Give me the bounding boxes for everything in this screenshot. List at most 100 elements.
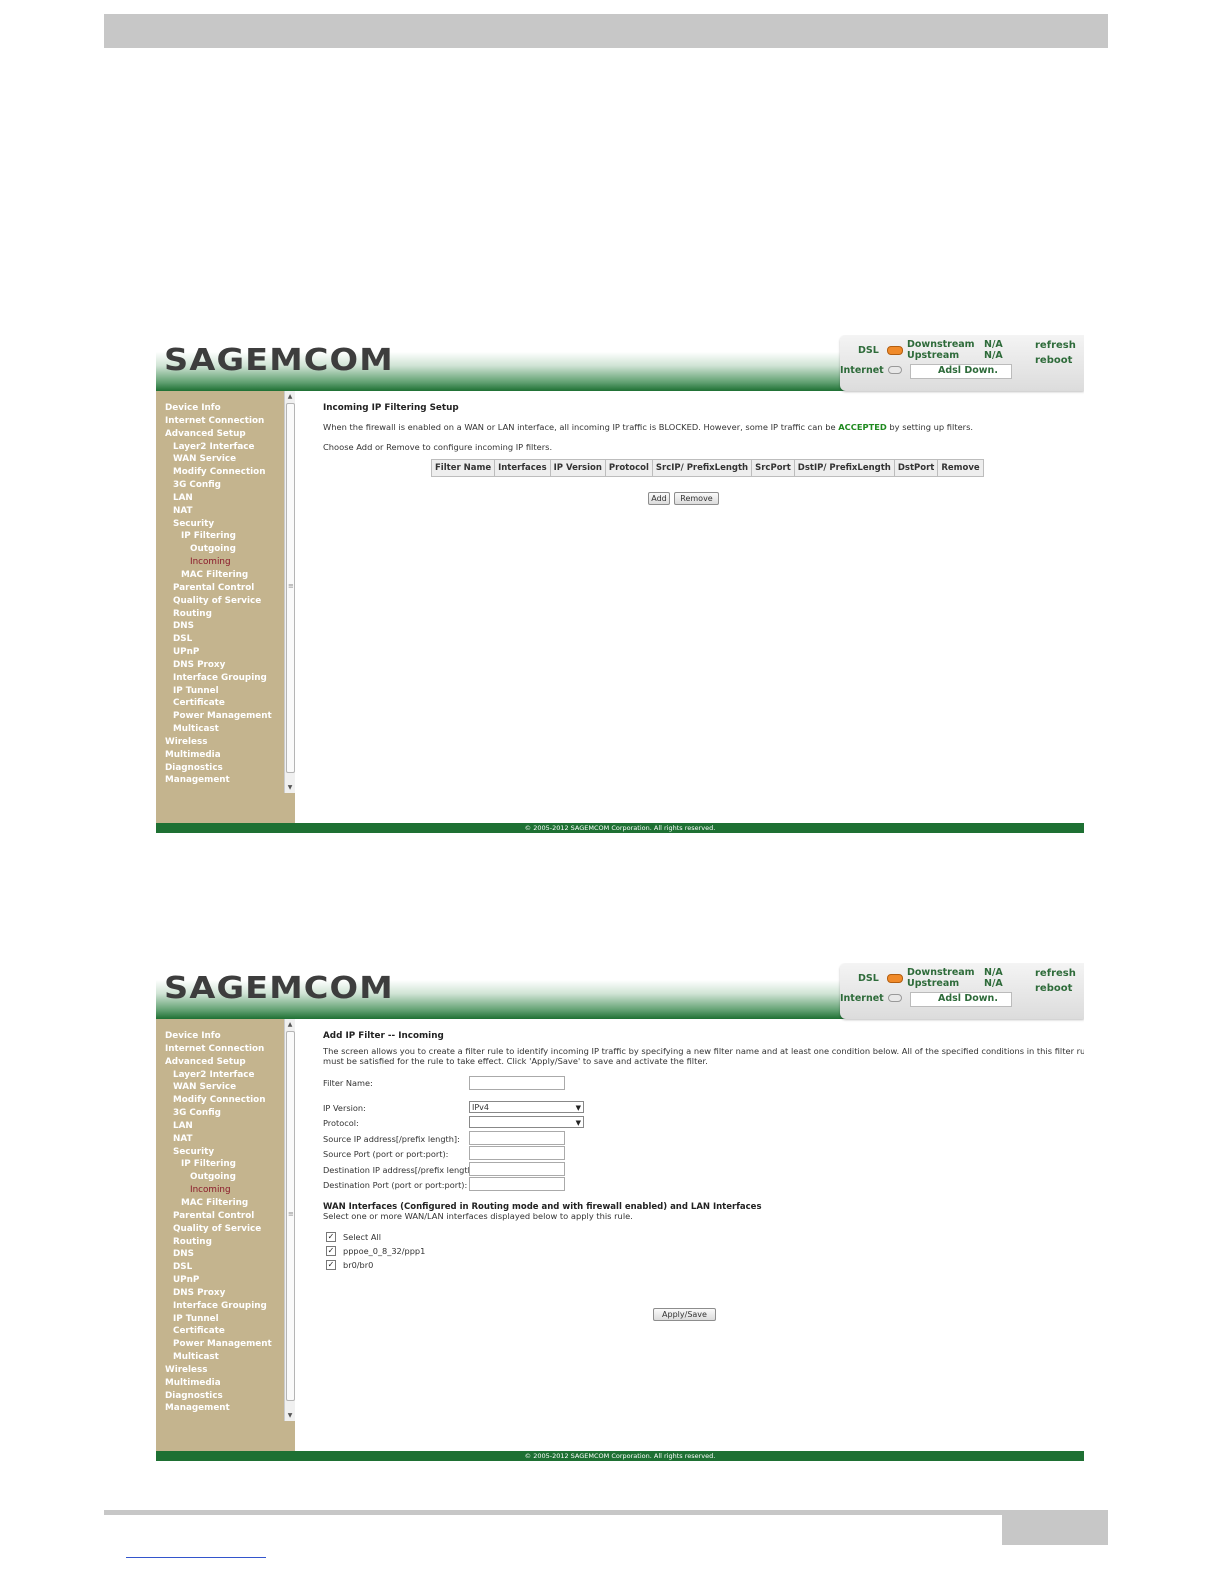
- sidebar-item-advanced-setup[interactable]: Advanced Setup: [165, 428, 287, 441]
- sidebar-item-upnp[interactable]: UPnP: [165, 646, 287, 659]
- sidebar-item-advanced-setup[interactable]: Advanced Setup: [165, 1056, 287, 1069]
- sidebar-item-ip-tunnel[interactable]: IP Tunnel: [165, 1313, 287, 1326]
- sidebar-item-lan[interactable]: LAN: [165, 492, 287, 505]
- scroll-up-arrow-icon[interactable]: ▲: [285, 1021, 295, 1028]
- sidebar-item-nat[interactable]: NAT: [165, 1133, 287, 1146]
- sidebar-item-dns[interactable]: DNS: [165, 620, 287, 633]
- sidebar-nav: Device Info Internet Connection Advanced S…: [165, 1030, 287, 1415]
- footer: © 2005-2012 SAGEMCOM Corporation. All ri…: [156, 1451, 1084, 1461]
- sidebar-item-management[interactable]: Management: [165, 774, 287, 787]
- internet-led-icon: [888, 366, 902, 374]
- sidebar-item-power-management[interactable]: Power Management: [165, 710, 287, 723]
- scroll-thumb[interactable]: ≡: [286, 1031, 295, 1401]
- sidebar-item-dsl[interactable]: DSL: [165, 633, 287, 646]
- sidebar-item-ip-tunnel[interactable]: IP Tunnel: [165, 685, 287, 698]
- sidebar-item-ip-filtering[interactable]: IP Filtering: [165, 1158, 287, 1171]
- sidebar-item-nat[interactable]: NAT: [165, 505, 287, 518]
- sidebar-item-internet-connection[interactable]: Internet Connection: [165, 415, 287, 428]
- sidebar-scrollbar[interactable]: ▲ ≡ ▼: [284, 391, 295, 793]
- firewall-description: When the firewall is enabled on a WAN or…: [323, 422, 973, 433]
- sidebar-item-layer2-interface[interactable]: Layer2 Interface: [165, 441, 287, 454]
- sidebar-item-incoming[interactable]: Incoming: [165, 1184, 287, 1197]
- sidebar-item-certificate[interactable]: Certificate: [165, 697, 287, 710]
- src-port-label: Source Port (port or port:port):: [323, 1149, 449, 1159]
- ip-version-select[interactable]: IPv4 ▼: [469, 1101, 584, 1113]
- interface-checkbox[interactable]: ✓: [326, 1260, 336, 1270]
- add-button[interactable]: Add: [648, 492, 670, 505]
- reboot-link[interactable]: reboot: [1035, 983, 1072, 994]
- sidebar: Device Info Internet Connection Advanced S…: [156, 391, 295, 823]
- sidebar-item-parental-control[interactable]: Parental Control: [165, 582, 287, 595]
- downstream-value: N/A: [984, 339, 1003, 350]
- reboot-link[interactable]: reboot: [1035, 355, 1072, 366]
- refresh-link[interactable]: refresh: [1035, 968, 1076, 979]
- sidebar-item-multimedia[interactable]: Multimedia: [165, 1377, 287, 1390]
- sidebar-item-dsl[interactable]: DSL: [165, 1261, 287, 1274]
- sidebar-item-3g-config[interactable]: 3G Config: [165, 479, 287, 492]
- sidebar-item-quality-of-service[interactable]: Quality of Service: [165, 1223, 287, 1236]
- scroll-down-arrow-icon[interactable]: ▼: [285, 1412, 295, 1419]
- sidebar-item-outgoing[interactable]: Outgoing: [165, 1171, 287, 1184]
- sidebar-item-parental-control[interactable]: Parental Control: [165, 1210, 287, 1223]
- interface-checkbox[interactable]: ✓: [326, 1246, 336, 1256]
- sidebar-item-mac-filtering[interactable]: MAC Filtering: [165, 569, 287, 582]
- remove-button[interactable]: Remove: [674, 492, 719, 505]
- protocol-select[interactable]: ▼: [469, 1116, 584, 1128]
- apply-save-button[interactable]: Apply/Save: [653, 1308, 716, 1321]
- sidebar-item-interface-grouping[interactable]: Interface Grouping: [165, 1300, 287, 1313]
- sidebar-item-multicast[interactable]: Multicast: [165, 723, 287, 736]
- sidebar-item-modify-connection[interactable]: Modify Connection: [165, 466, 287, 479]
- sidebar-item-wan-service[interactable]: WAN Service: [165, 1081, 287, 1094]
- sidebar-item-power-management[interactable]: Power Management: [165, 1338, 287, 1351]
- desc-after: by setting up filters.: [886, 422, 974, 432]
- interface-checkbox[interactable]: ✓: [326, 1232, 336, 1242]
- sidebar-item-wireless[interactable]: Wireless: [165, 1364, 287, 1377]
- sidebar-item-wan-service[interactable]: WAN Service: [165, 453, 287, 466]
- sidebar-scrollbar[interactable]: ▲ ≡ ▼: [284, 1019, 295, 1421]
- scroll-down-arrow-icon[interactable]: ▼: [285, 784, 295, 791]
- sidebar-item-wireless[interactable]: Wireless: [165, 736, 287, 749]
- scroll-up-arrow-icon[interactable]: ▲: [285, 393, 295, 400]
- sidebar-item-diagnostics[interactable]: Diagnostics: [165, 1390, 287, 1403]
- sidebar-item-security[interactable]: Security: [165, 1146, 287, 1159]
- sidebar-item-dns[interactable]: DNS: [165, 1248, 287, 1261]
- refresh-link[interactable]: refresh: [1035, 340, 1076, 351]
- scroll-thumb[interactable]: ≡: [286, 403, 295, 773]
- sidebar-item-multimedia[interactable]: Multimedia: [165, 749, 287, 762]
- sidebar-item-upnp[interactable]: UPnP: [165, 1274, 287, 1287]
- dst-port-input[interactable]: [469, 1177, 565, 1191]
- sidebar-item-outgoing[interactable]: Outgoing: [165, 543, 287, 556]
- sidebar-item-lan[interactable]: LAN: [165, 1120, 287, 1133]
- sidebar-item-routing[interactable]: Routing: [165, 608, 287, 621]
- sidebar-item-security[interactable]: Security: [165, 518, 287, 531]
- sidebar-item-multicast[interactable]: Multicast: [165, 1351, 287, 1364]
- page-footer-link: [126, 1557, 266, 1558]
- sidebar-item-device-info[interactable]: Device Info: [165, 402, 287, 415]
- sidebar-item-interface-grouping[interactable]: Interface Grouping: [165, 672, 287, 685]
- sidebar-item-ip-filtering[interactable]: IP Filtering: [165, 530, 287, 543]
- screenshot-add-ip-filter: SAGEMCOM DSL Downstream Upstream N/A N/A…: [156, 963, 1084, 1463]
- sidebar-item-incoming[interactable]: Incoming: [165, 556, 287, 569]
- sidebar-item-mac-filtering[interactable]: MAC Filtering: [165, 1197, 287, 1210]
- sidebar-item-diagnostics[interactable]: Diagnostics: [165, 762, 287, 775]
- filter-name-input[interactable]: [469, 1076, 565, 1090]
- sidebar-item-internet-connection[interactable]: Internet Connection: [165, 1043, 287, 1056]
- sidebar-item-certificate[interactable]: Certificate: [165, 1325, 287, 1338]
- sidebar-item-modify-connection[interactable]: Modify Connection: [165, 1094, 287, 1107]
- sidebar-item-device-info[interactable]: Device Info: [165, 1030, 287, 1043]
- sidebar-item-management[interactable]: Management: [165, 1402, 287, 1415]
- copyright-text: © 2005-2012 SAGEMCOM Corporation. All ri…: [524, 824, 716, 832]
- src-ip-input[interactable]: [469, 1131, 565, 1145]
- sidebar-item-3g-config[interactable]: 3G Config: [165, 1107, 287, 1120]
- column-header: DstIP/ PrefixLength: [793, 459, 895, 477]
- src-port-input[interactable]: [469, 1146, 565, 1160]
- copyright-text: © 2005-2012 SAGEMCOM Corporation. All ri…: [524, 1452, 716, 1460]
- sidebar-item-quality-of-service[interactable]: Quality of Service: [165, 595, 287, 608]
- wan-interfaces-desc: Select one or more WAN/LAN interfaces di…: [323, 1211, 633, 1221]
- sidebar-item-layer2-interface[interactable]: Layer2 Interface: [165, 1069, 287, 1082]
- sidebar-item-dns-proxy[interactable]: DNS Proxy: [165, 659, 287, 672]
- chevron-down-icon: ▼: [575, 1104, 581, 1112]
- dst-ip-input[interactable]: [469, 1162, 565, 1176]
- sidebar-item-dns-proxy[interactable]: DNS Proxy: [165, 1287, 287, 1300]
- sidebar-item-routing[interactable]: Routing: [165, 1236, 287, 1249]
